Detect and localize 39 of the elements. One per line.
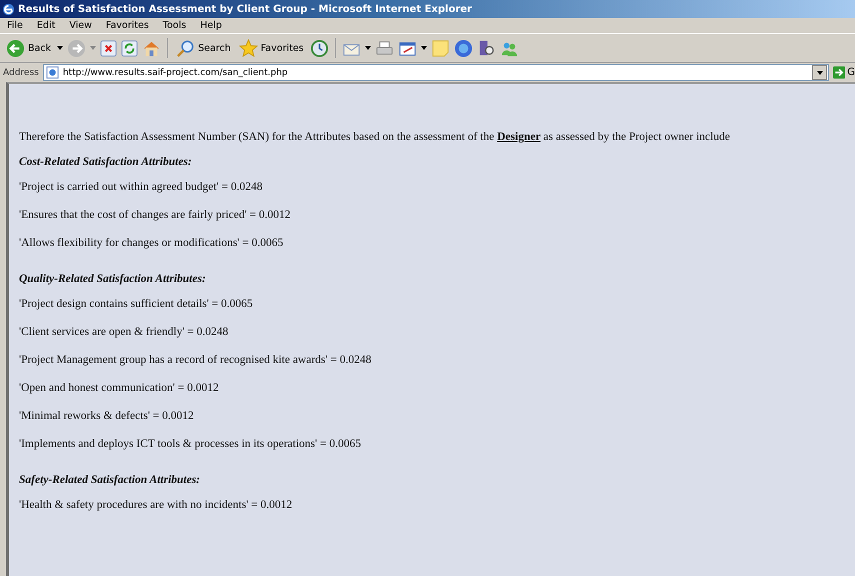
address-label: Address xyxy=(3,68,39,78)
search-icon xyxy=(176,38,196,58)
go-button[interactable]: G xyxy=(833,65,855,80)
refresh-icon[interactable] xyxy=(121,40,138,56)
attribute-score: 'Project design contains sufficient details' = 0.0065 xyxy=(19,298,254,310)
attribute-score: 'Client services are open & friendly' = 0.0248 xyxy=(19,326,230,338)
caret-icon[interactable] xyxy=(57,46,64,50)
caret-icon[interactable] xyxy=(420,46,427,50)
menu-item[interactable]: Tools xyxy=(156,20,194,31)
browser-logo-icon xyxy=(2,2,15,16)
favorites-button[interactable]: Favorites xyxy=(236,38,306,58)
page-icon xyxy=(46,66,59,79)
caret-icon xyxy=(816,70,822,74)
attribute-score: 'Minimal reworks & defects' = 0.0012 xyxy=(19,410,195,422)
menu-item[interactable]: Favorites xyxy=(98,20,156,31)
section-heading: Quality-Related Satisfaction Attributes: xyxy=(19,273,207,285)
menu-item[interactable]: Help xyxy=(193,20,229,31)
menu-item[interactable]: Edit xyxy=(30,20,62,31)
attribute-score: 'Allows flexibility for changes or modifications' = 0.0065 xyxy=(19,237,284,249)
stop-icon[interactable] xyxy=(100,40,118,56)
back-button[interactable]: Back xyxy=(4,38,54,58)
intro-paragraph: Therefore the Satisfaction Assessment Number (SAN) for the Attributes based on the assessment of the Designer as assessed by the Project owner include xyxy=(19,131,731,143)
star-icon xyxy=(238,38,258,58)
attribute-score: 'Project is carried out within agreed budget' = 0.0248 xyxy=(19,181,264,193)
history-clock-icon[interactable] xyxy=(310,38,329,58)
attribute-score: 'Health & safety procedures are with no incidents' = 0.0012 xyxy=(19,499,294,511)
menu-item[interactable]: File xyxy=(0,20,30,31)
dropdown-button[interactable] xyxy=(812,65,827,80)
attribute-score: 'Open and honest communication' = 0.0012 xyxy=(19,382,220,394)
section-heading: Safety-Related Satisfaction Attributes: xyxy=(19,474,202,486)
menu-item[interactable]: View xyxy=(62,20,99,31)
attribute-score: 'Project Management group has a record of recognised kite awards' = 0.0248 xyxy=(19,354,372,366)
section-heading: Cost-Related Satisfaction Attributes: xyxy=(19,156,193,168)
window-title: Results of Satisfaction Assessment by Client Group - Microsoft Internet Explorer xyxy=(18,4,472,14)
search-button[interactable]: Search xyxy=(174,38,233,58)
address-field[interactable]: http://www.results.saif-project.com/san_client.php xyxy=(42,64,829,81)
attribute-score: 'Implements and deploys ICT tools & processes in its operations' = 0.0065 xyxy=(19,438,362,450)
caret-icon[interactable] xyxy=(364,46,371,50)
attribute-score: 'Ensures that the cost of changes are fairly priced' = 0.0012 xyxy=(19,209,292,221)
